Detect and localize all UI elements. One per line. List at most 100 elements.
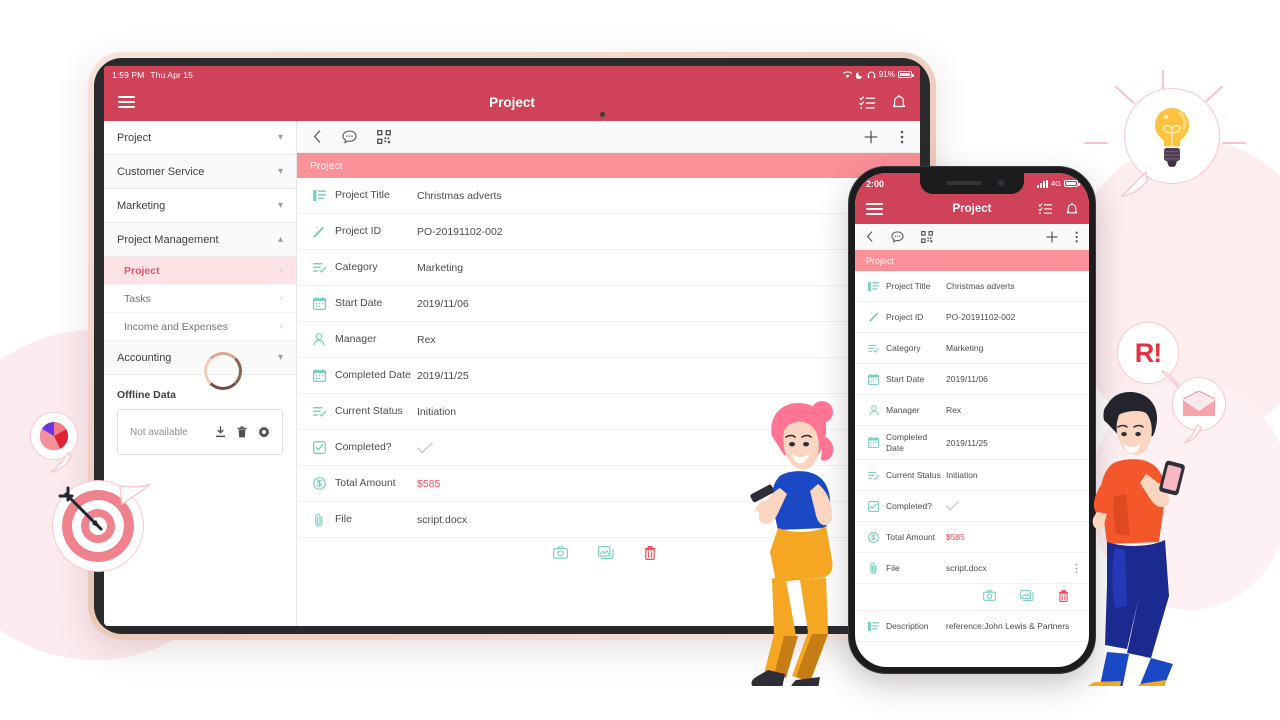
hamburger-icon[interactable] xyxy=(866,203,883,215)
dart-arrow-icon xyxy=(58,486,103,531)
chevron-right-icon: › xyxy=(279,293,283,304)
trash-icon[interactable] xyxy=(237,426,247,438)
field-value: script.docx xyxy=(946,563,987,574)
chevron-down-icon: ▾ xyxy=(277,352,283,363)
chat-bubble-icon[interactable] xyxy=(891,230,904,243)
chevron-up-icon: ▴ xyxy=(277,234,283,245)
field-value: 2019/11/25 xyxy=(946,437,988,448)
chevron-right-icon: › xyxy=(279,321,283,332)
checkmark-icon xyxy=(946,501,1078,511)
gallery-icon[interactable] xyxy=(598,546,614,560)
camera-icon[interactable] xyxy=(553,546,568,560)
camera-icon[interactable] xyxy=(983,590,996,602)
qr-code-icon[interactable] xyxy=(377,129,391,144)
sidebar-item-customer-service[interactable]: Customer Service ▾ xyxy=(104,155,296,189)
field-value: Marketing xyxy=(946,343,984,353)
sidebar-item-project-management[interactable]: Project Management ▴ xyxy=(104,223,296,257)
sidebar-item-project[interactable]: Project ▾ xyxy=(104,121,296,155)
field-row-current-status[interactable]: Current Status Initiation xyxy=(855,460,1089,492)
screenshot-canvas: 1:59 PM Thu Apr 15 91% Project Project ▾… xyxy=(0,0,1280,720)
gear-icon[interactable] xyxy=(258,426,270,438)
sidebar-subitem-label: Project xyxy=(124,264,160,277)
sidebar-group-label: Marketing xyxy=(117,199,166,212)
plus-icon[interactable] xyxy=(864,130,878,144)
tablet-status-bar: 1:59 PM Thu Apr 15 91% xyxy=(104,66,920,83)
back-chevron-icon[interactable] xyxy=(313,130,322,143)
record-toolbar xyxy=(297,121,920,153)
field-value: Marketing xyxy=(417,261,464,274)
field-row-completed-date[interactable]: Completed Date 2019/11/25 xyxy=(855,426,1089,461)
sidebar-group-label: Project xyxy=(117,131,152,144)
plus-icon[interactable] xyxy=(1046,230,1058,243)
field-row-category[interactable]: Category Marketing xyxy=(855,333,1089,364)
checklist-icon[interactable] xyxy=(1038,202,1053,216)
qr-code-icon[interactable] xyxy=(921,230,933,243)
sidebar-subitem-income-and-expenses[interactable]: Income and Expenses › xyxy=(104,313,296,341)
field-row-category[interactable]: Category Marketing xyxy=(297,250,920,286)
bell-icon[interactable] xyxy=(1066,202,1078,216)
text-lines-icon xyxy=(866,621,881,632)
field-value: reference:John Lewis & Partners xyxy=(946,621,1070,632)
network-type-label: 4G xyxy=(1050,179,1061,188)
phone-field-list: Project Title Christmas adverts Project … xyxy=(855,271,1089,667)
battery-percent-label: 91% xyxy=(878,70,895,79)
field-label: Start Date xyxy=(886,373,925,384)
alert-bubble-text: R! xyxy=(1134,337,1162,368)
status-time: 1:59 PM xyxy=(112,69,145,80)
field-label: Project ID xyxy=(886,311,924,322)
field-label: Category xyxy=(886,342,921,353)
field-row-completed-date[interactable]: Completed Date 2019/11/25 xyxy=(297,358,920,394)
back-chevron-icon[interactable] xyxy=(866,231,874,242)
sidebar-subitem-project[interactable]: Project › xyxy=(104,257,296,285)
sidebar-group-label: Project Management xyxy=(117,233,219,246)
field-row-project-id[interactable]: Project ID PO-20191102-002 xyxy=(297,214,920,250)
section-header: Project xyxy=(855,250,1089,271)
text-lines-icon xyxy=(310,189,328,202)
offline-data-title: Offline Data xyxy=(117,389,176,401)
trash-icon[interactable] xyxy=(1058,590,1069,603)
pie-chart-icon xyxy=(39,422,69,451)
chevron-right-icon: › xyxy=(279,265,283,276)
lightbulb-icon xyxy=(1154,107,1190,167)
field-row-description[interactable]: Description reference:John Lewis & Partn… xyxy=(855,611,1089,643)
kebab-menu-icon[interactable] xyxy=(900,130,904,144)
chevron-down-icon: ▾ xyxy=(277,200,283,211)
field-row-manager[interactable]: Manager Rex xyxy=(297,322,920,358)
field-label: Project Title xyxy=(886,280,931,291)
gallery-icon[interactable] xyxy=(1020,590,1034,602)
field-row-start-date[interactable]: Start Date 2019/11/06 xyxy=(297,286,920,322)
field-row-completed[interactable]: Completed? xyxy=(855,491,1089,523)
field-row-manager[interactable]: Manager Rex xyxy=(855,395,1089,426)
home-button[interactable] xyxy=(204,352,242,390)
chat-bubble-icon[interactable] xyxy=(342,129,357,144)
field-row-total-amount[interactable]: Total Amount $585 xyxy=(855,522,1089,554)
checklist-icon[interactable] xyxy=(859,95,876,110)
field-row-file[interactable]: File script.docx xyxy=(855,553,1089,585)
field-value: 2019/11/25 xyxy=(417,369,469,382)
checkbox-icon xyxy=(310,441,328,454)
paperclip-icon xyxy=(310,513,328,527)
field-row-start-date[interactable]: Start Date 2019/11/06 xyxy=(855,364,1089,395)
bubble-tail xyxy=(50,452,72,473)
sidebar-subitem-tasks[interactable]: Tasks › xyxy=(104,285,296,313)
bell-icon[interactable] xyxy=(892,94,906,110)
kebab-menu-icon[interactable] xyxy=(1075,231,1078,243)
kebab-menu-icon[interactable] xyxy=(1075,563,1078,574)
sidebar-subitem-label: Tasks xyxy=(124,292,151,305)
front-camera-icon xyxy=(600,112,605,117)
field-row-project-id[interactable]: Project ID PO-20191102-002 xyxy=(855,302,1089,333)
field-value: 2019/11/06 xyxy=(417,297,469,310)
sidebar-subitem-label: Income and Expenses xyxy=(124,320,228,333)
list-check-icon xyxy=(310,262,328,273)
field-row-project-title[interactable]: Project Title Christmas adverts xyxy=(855,271,1089,302)
field-label: Manager xyxy=(886,404,920,415)
field-row-project-title[interactable]: Project Title Christmas adverts xyxy=(297,178,920,214)
download-icon[interactable] xyxy=(215,426,226,438)
field-label: Completed? xyxy=(886,500,932,511)
hamburger-icon[interactable] xyxy=(118,96,135,108)
signal-bars-icon xyxy=(1036,179,1048,188)
sidebar-item-marketing[interactable]: Marketing ▾ xyxy=(104,189,296,223)
trash-icon[interactable] xyxy=(644,546,656,560)
section-header: Project xyxy=(297,153,920,178)
sidebar-item-accounting[interactable]: Accounting ▾ xyxy=(104,341,296,375)
